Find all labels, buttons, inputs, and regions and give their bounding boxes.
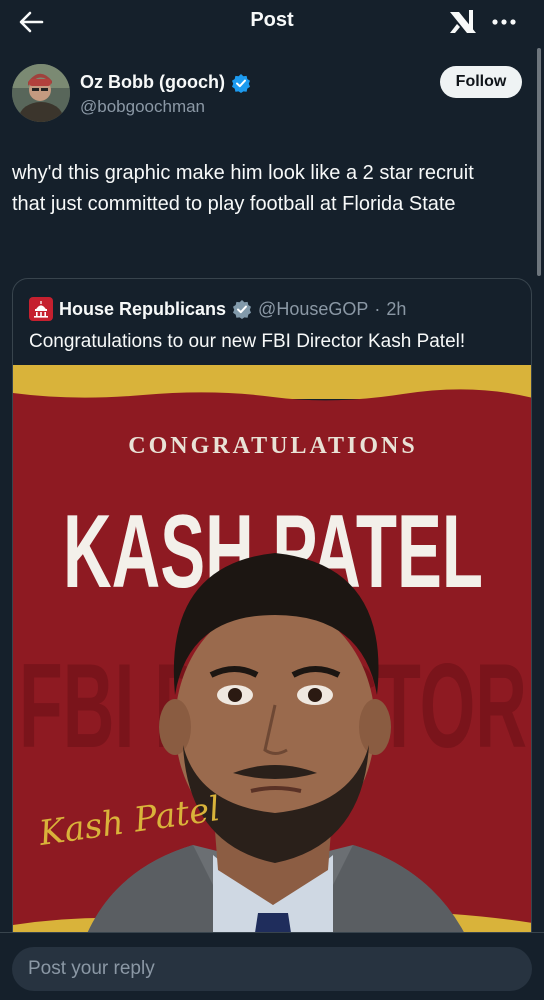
house-gop-logo-icon (29, 297, 53, 321)
quoted-post-text: Congratulations to our new FBI Director … (29, 331, 466, 352)
post-text: why'd this graphic make him look like a … (12, 162, 474, 215)
reply-bar (0, 932, 544, 1000)
verified-badge-gray-icon (233, 300, 252, 319)
more-horizontal-icon[interactable] (489, 8, 519, 36)
quoted-post-image[interactable]: FBI DIRECTOR CONGRATULATIONS KASH PATEL (13, 365, 531, 977)
avatar[interactable] (12, 64, 70, 122)
author-name[interactable]: Oz Bobb (gooch) (80, 72, 225, 93)
reply-input[interactable] (12, 947, 532, 991)
follow-button[interactable]: Follow (440, 66, 522, 98)
scrollbar[interactable] (537, 48, 541, 276)
verified-badge-icon (231, 73, 250, 93)
quoted-post-time: 2h (386, 298, 407, 319)
top-bar: Post (0, 0, 544, 44)
author-handle[interactable]: @bobgoochman (80, 97, 205, 117)
post-author: Oz Bobb (gooch) @bobgoochman Follow (12, 64, 532, 126)
quoted-author-handle[interactable]: @HouseGOP (258, 299, 368, 320)
quoted-post[interactable]: House Republicans @HouseGOP · 2h Congratul… (12, 278, 532, 978)
separator-dot: · (374, 298, 381, 319)
quoted-author-name[interactable]: House Republicans (59, 299, 226, 320)
xai-grok-icon[interactable] (447, 6, 479, 38)
poster-heading: CONGRATULATIONS (128, 433, 417, 459)
